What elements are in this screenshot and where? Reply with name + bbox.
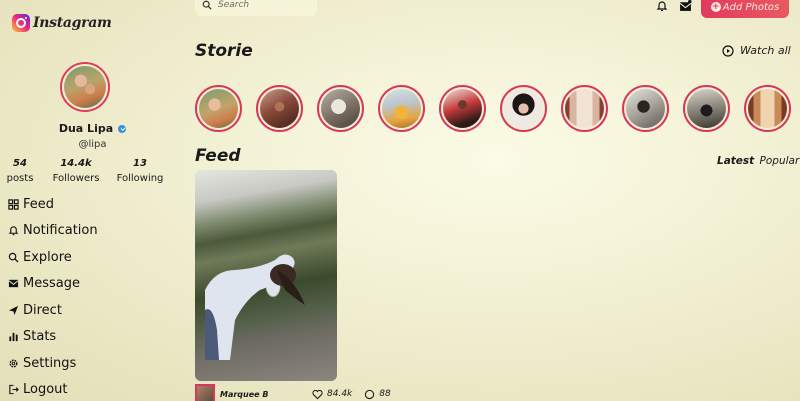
story-thumbnail <box>565 89 604 128</box>
story-item[interactable] <box>744 85 791 132</box>
story-item[interactable] <box>683 85 730 132</box>
avatar-image <box>64 66 106 108</box>
verified-badge-icon <box>118 124 127 133</box>
story-item[interactable] <box>622 85 669 132</box>
send-icon <box>8 305 19 315</box>
stat-value: 13 <box>133 158 147 169</box>
stat-label: Following <box>116 173 164 184</box>
sidebar-item-label: Direct <box>23 302 62 318</box>
story-item[interactable] <box>439 85 486 132</box>
sidebar-item-message[interactable]: Message <box>8 271 98 298</box>
like-count: 84.4k <box>327 389 353 399</box>
bell-icon <box>8 226 19 236</box>
sidebar-nav: Feed Notification Explore Message Direct… <box>8 191 98 401</box>
comment-button[interactable]: 88 <box>364 389 391 400</box>
profile-name-row: Dua Lipa <box>0 122 185 135</box>
post-footer: Marquee B 84.4k 88 <box>195 384 391 401</box>
stat-following[interactable]: 13 Following <box>116 157 164 187</box>
story-item[interactable] <box>256 85 303 132</box>
feed-title: Feed <box>195 146 241 166</box>
post-photo-subject <box>205 254 305 360</box>
feed-tabs: Latest Popular <box>715 155 799 167</box>
story-thumbnail <box>199 89 238 128</box>
sidebar-item-label: Explore <box>23 249 72 265</box>
plus-icon: + <box>710 2 721 12</box>
story-thumbnail <box>260 89 299 128</box>
story-item[interactable] <box>500 85 547 132</box>
story-thumbnail <box>321 89 360 128</box>
profile-handle: @lipa <box>78 139 107 150</box>
bar-chart-icon <box>9 333 18 342</box>
sidebar-item-label: Notification <box>23 223 98 239</box>
watch-all-button[interactable]: Watch all <box>722 44 791 57</box>
sidebar-item-label: Message <box>23 276 80 292</box>
logo-text: Instagram <box>33 15 112 31</box>
notification-bell-icon[interactable] <box>656 0 668 12</box>
story-item[interactable] <box>378 85 425 132</box>
tab-popular[interactable]: Popular <box>760 155 800 167</box>
story-thumbnail <box>382 89 421 128</box>
play-circle-icon <box>722 44 734 57</box>
sidebar-item-notification[interactable]: Notification <box>8 218 98 245</box>
instagram-logo-icon <box>12 14 30 32</box>
stat-value: 54 <box>13 158 27 169</box>
search-input[interactable] <box>218 0 308 10</box>
like-button[interactable]: 84.4k <box>312 389 352 400</box>
story-thumbnail <box>443 89 482 128</box>
story-thumbnail <box>687 89 726 128</box>
add-photos-button[interactable]: + Add Photos <box>701 0 789 18</box>
stat-label: Followers <box>52 173 100 184</box>
search-bar[interactable] <box>195 0 317 16</box>
mail-icon[interactable] <box>679 0 692 12</box>
stories-title: Storie <box>195 41 253 61</box>
sidebar-item-explore[interactable]: Explore <box>8 244 98 271</box>
post-author-name[interactable]: Marquee B <box>220 390 300 399</box>
sidebar-item-stats[interactable]: Stats <box>8 324 98 351</box>
sidebar-item-label: Feed <box>23 196 55 212</box>
sidebar-item-label: Settings <box>23 355 77 371</box>
heart-icon <box>312 389 323 399</box>
post-author-avatar[interactable] <box>195 384 215 401</box>
search-icon <box>202 0 212 10</box>
search-icon <box>8 252 19 263</box>
profile-avatar[interactable] <box>60 62 110 112</box>
comment-count: 88 <box>379 389 391 399</box>
mail-icon <box>8 280 19 288</box>
stat-label: posts <box>6 173 34 184</box>
story-thumbnail <box>748 89 787 128</box>
comment-icon <box>365 389 375 399</box>
story-item[interactable] <box>195 85 242 132</box>
sidebar-item-direct[interactable]: Direct <box>8 297 98 324</box>
sidebar-item-logout[interactable]: Logout <box>8 377 98 401</box>
add-photos-label: Add Photos <box>722 1 780 13</box>
sidebar-item-label: Stats <box>23 329 57 345</box>
feed-post-image[interactable] <box>195 170 337 381</box>
story-thumbnail <box>504 89 543 128</box>
logout-icon <box>9 385 19 395</box>
watch-all-label: Watch all <box>740 44 791 57</box>
gear-icon <box>9 359 18 368</box>
sidebar-item-settings[interactable]: Settings <box>8 350 98 377</box>
stat-posts: 54 posts <box>6 157 34 187</box>
grid-icon <box>8 199 19 210</box>
sidebar-item-feed[interactable]: Feed <box>8 191 98 218</box>
profile-name: Dua Lipa <box>58 122 114 135</box>
stat-value: 14.4k <box>60 158 92 169</box>
instagram-logo[interactable]: Instagram <box>12 14 112 32</box>
tab-latest[interactable]: Latest <box>717 155 754 167</box>
sidebar: Instagram Dua Lipa @lipa 54 posts 14.4k … <box>0 0 185 401</box>
story-thumbnail <box>626 89 665 128</box>
sidebar-item-label: Logout <box>23 382 68 398</box>
story-item[interactable] <box>317 85 364 132</box>
stat-followers[interactable]: 14.4k Followers <box>50 157 102 187</box>
story-item[interactable] <box>561 85 608 132</box>
